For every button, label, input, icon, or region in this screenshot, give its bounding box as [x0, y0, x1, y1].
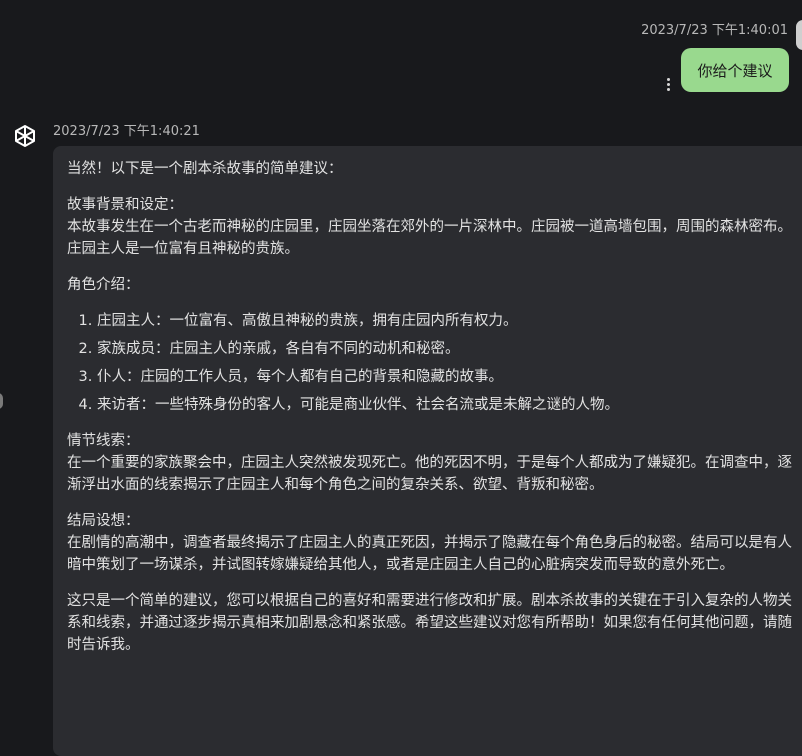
- user-message-bubble: 你给个建议: [681, 48, 789, 92]
- ending-heading: 结局设想：: [67, 513, 140, 529]
- list-item: 仆人：庄园的工作人员，每个人都有自己的背景和隐藏的故事。: [97, 366, 799, 388]
- more-vertical-icon: [666, 77, 670, 81]
- ending-section: 结局设想： 在剧情的高潮中，调查者最终揭示了庄园主人的真正死因，并揭示了隐藏在每…: [67, 510, 799, 576]
- clues-section: 情节线索： 在一个重要的家族聚会中，庄园主人突然被发现死亡。他的死因不明，于是每…: [67, 430, 799, 496]
- list-item: 庄园主人：一位富有、高傲且神秘的贵族，拥有庄园内所有权力。: [97, 310, 799, 332]
- closing-text: 这只是一个简单的建议，您可以根据自己的喜好和需要进行修改和扩展。剧本杀故事的关键…: [67, 593, 792, 653]
- ending-text: 在剧情的高潮中，调查者最终揭示了庄园主人的真正死因，并揭示了隐藏在每个角色身后的…: [67, 535, 792, 573]
- scroll-marker: [0, 393, 3, 409]
- more-options-button[interactable]: [661, 74, 675, 94]
- user-avatar: [796, 20, 802, 50]
- roles-heading: 角色介绍：: [67, 277, 140, 293]
- roles-list: 庄园主人：一位富有、高傲且神秘的贵族，拥有庄园内所有权力。 家族成员：庄园主人的…: [67, 310, 799, 416]
- list-item: 家族成员：庄园主人的亲戚，各自有不同的动机和秘密。: [97, 338, 799, 360]
- clues-text: 在一个重要的家族聚会中，庄园主人突然被发现死亡。他的死因不明，于是每个人都成为了…: [67, 455, 792, 493]
- assistant-timestamp: 2023/7/23 下午1:40:21: [53, 124, 200, 139]
- message-intro: 当然！以下是一个剧本杀故事的简单建议：: [67, 161, 343, 177]
- clues-heading: 情节线索：: [67, 433, 140, 449]
- openai-logo-icon: [15, 125, 35, 147]
- background-text: 本故事发生在一个古老而神秘的庄园里，庄园坐落在郊外的一片深林中。庄园被一道高墙包…: [67, 219, 792, 257]
- background-section: 故事背景和设定： 本故事发生在一个古老而神秘的庄园里，庄园坐落在郊外的一片深林中…: [67, 194, 799, 260]
- user-timestamp: 2023/7/23 下午1:40:01: [641, 23, 788, 38]
- assistant-avatar: [8, 120, 42, 154]
- list-item: 来访者：一些特殊身份的客人，可能是商业伙伴、社会名流或是未解之谜的人物。: [97, 394, 799, 416]
- background-heading: 故事背景和设定：: [67, 197, 183, 213]
- assistant-message-bubble: 当然！以下是一个剧本杀故事的简单建议： 故事背景和设定： 本故事发生在一个古老而…: [53, 146, 802, 756]
